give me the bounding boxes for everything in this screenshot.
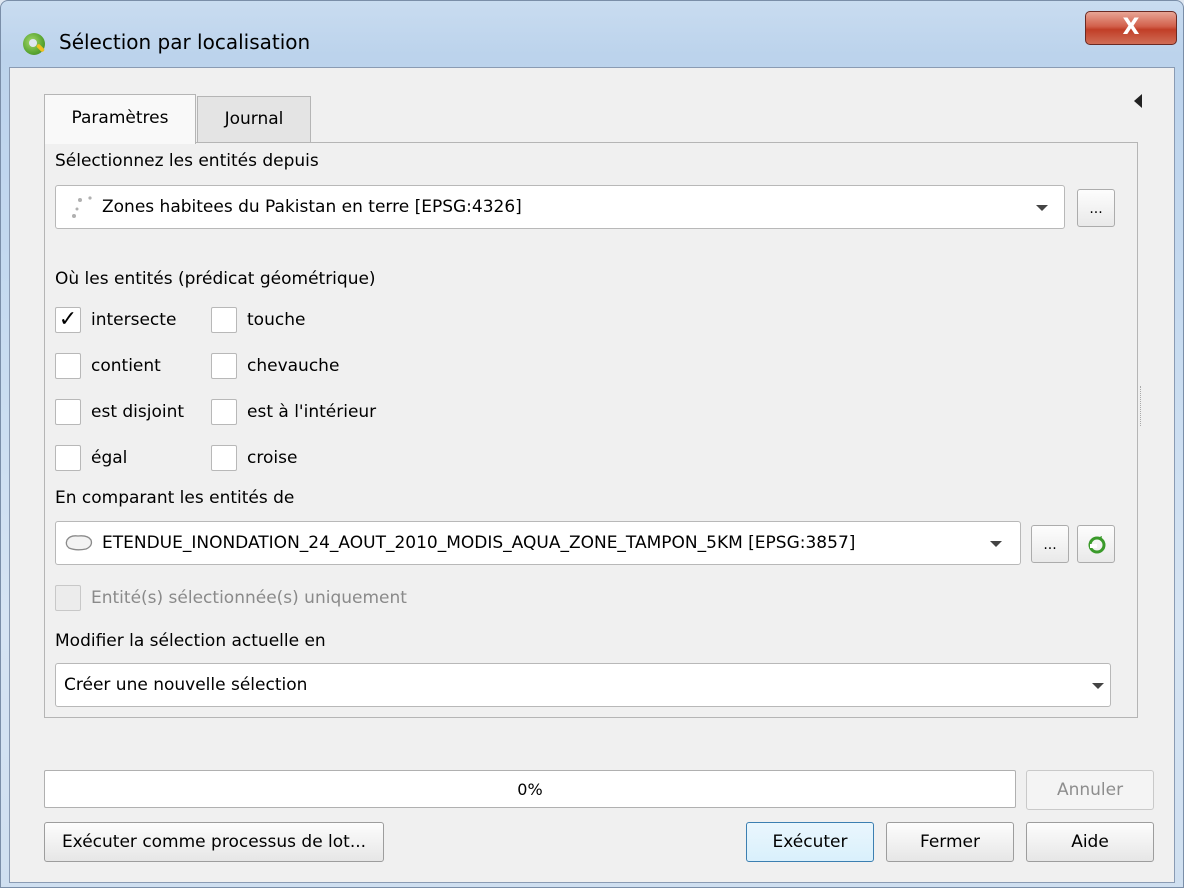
chevron-down-icon — [1036, 205, 1048, 211]
predicate-label-croise: croise — [247, 448, 298, 468]
checkbox-egal[interactable] — [55, 445, 81, 471]
checkbox-contient[interactable] — [55, 353, 81, 379]
collapse-panel-arrow-icon[interactable] — [1134, 94, 1142, 108]
selected-only-label: Entité(s) sélectionnée(s) uniquement — [91, 588, 407, 608]
modify-selection-value: Créer une nouvelle sélection — [64, 675, 308, 695]
predicate-label-touche: touche — [247, 310, 306, 330]
source-layer-combobox[interactable]: Zones habitees du Pakistan en terre [EPS… — [55, 185, 1065, 229]
cancel-button[interactable]: Annuler — [1026, 770, 1154, 810]
batch-process-button[interactable]: Exécuter comme processus de lot... — [44, 822, 384, 862]
checkbox-chevauche[interactable] — [211, 353, 237, 379]
checkbox-intersecte[interactable]: ✓ — [55, 307, 81, 333]
tab-label: Journal — [224, 109, 284, 129]
compare-layer-value: ETENDUE_INONDATION_24_AOUT_2010_MODIS_AQ… — [102, 533, 856, 553]
checkbox-est-disjoint[interactable] — [55, 399, 81, 425]
close-button[interactable]: Fermer — [886, 822, 1014, 862]
help-button[interactable]: Aide — [1026, 822, 1154, 862]
predicate-label-est-a-l-interieur: est à l'intérieur — [247, 402, 377, 422]
compare-layer-label: En comparant les entités de — [55, 488, 295, 508]
source-layer-label: Sélectionnez les entités depuis — [55, 151, 319, 171]
green-refresh-icon — [1088, 536, 1106, 554]
modify-selection-combobox[interactable]: Créer une nouvelle sélection — [55, 663, 1111, 707]
checkbox-croise[interactable] — [211, 445, 237, 471]
dialog-body: Paramètres Journal Sélectionnez les enti… — [9, 67, 1175, 883]
qgis-logo-icon — [23, 33, 45, 55]
predicate-label-chevauche: chevauche — [247, 356, 340, 376]
window-title: Sélection par localisation — [59, 30, 311, 54]
close-window-button[interactable]: X — [1085, 11, 1177, 45]
parameters-panel: Sélectionnez les entités depuis Zones ha… — [44, 142, 1138, 718]
checkbox-touche[interactable] — [211, 307, 237, 333]
compare-layer-more-button[interactable]: ... — [1031, 525, 1069, 563]
iterate-features-button[interactable] — [1077, 525, 1115, 563]
run-button[interactable]: Exécuter — [746, 822, 874, 862]
predicate-label-est-disjoint: est disjoint — [91, 402, 185, 422]
chevron-down-icon — [1092, 683, 1104, 689]
predicate-label-egal: égal — [91, 448, 128, 468]
source-layer-value: Zones habitees du Pakistan en terre [EPS… — [102, 197, 522, 217]
progress-text: 0% — [517, 780, 543, 799]
progress-bar: 0% — [44, 770, 1016, 808]
title-bar[interactable]: Sélection par localisation X — [1, 1, 1183, 67]
tab-journal[interactable]: Journal — [197, 96, 311, 142]
dialog-window: Sélection par localisation X Paramètres … — [0, 0, 1184, 888]
predicate-label-intersecte: intersecte — [91, 310, 177, 330]
compare-layer-combobox[interactable]: ETENDUE_INONDATION_24_AOUT_2010_MODIS_AQ… — [55, 521, 1021, 565]
chevron-down-icon — [990, 541, 1002, 547]
point-layer-icon — [72, 196, 92, 218]
tab-label: Paramètres — [71, 108, 169, 128]
checkbox-selected-only[interactable] — [55, 585, 81, 611]
splitter-handle[interactable] — [1140, 386, 1142, 426]
polygon-layer-icon — [65, 535, 93, 551]
source-layer-more-button[interactable]: ... — [1077, 189, 1115, 227]
checkbox-est-a-l-interieur[interactable] — [211, 399, 237, 425]
modify-selection-label: Modifier la sélection actuelle en — [55, 631, 326, 651]
tab-parametres[interactable]: Paramètres — [44, 94, 196, 144]
predicate-label: Où les entités (prédicat géométrique) — [55, 269, 376, 289]
predicate-label-contient: contient — [91, 356, 161, 376]
